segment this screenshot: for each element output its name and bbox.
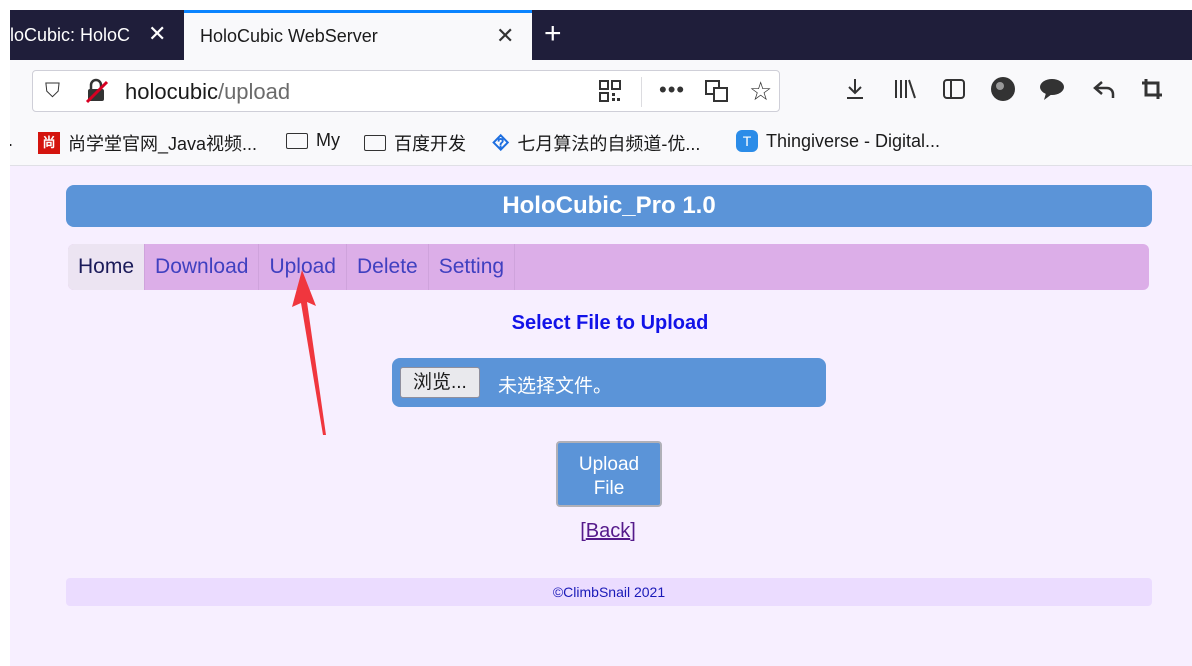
browser-window: loCubic: HoloC ✕ HoloCubic WebServer ✕ +… [10,10,1192,666]
annotation-arrow-head [292,270,326,435]
annotation-arrow [292,270,326,435]
